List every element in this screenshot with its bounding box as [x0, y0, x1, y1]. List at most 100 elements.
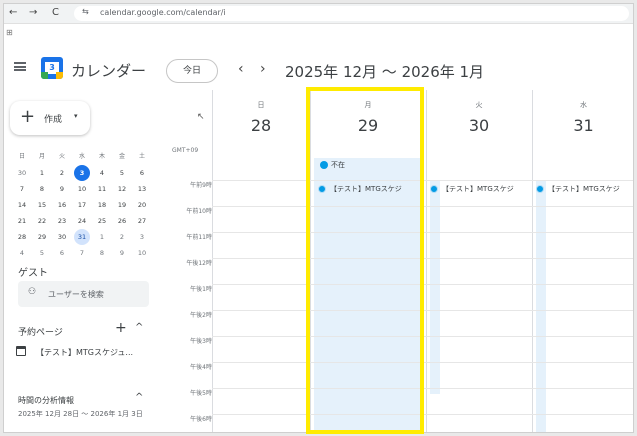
mini-calendar-day[interactable]: 29: [34, 229, 50, 245]
mouse-cursor-icon: ↖: [197, 112, 205, 122]
event-color-icon: [430, 185, 438, 193]
timezone-label: GMT+09: [172, 147, 199, 154]
mini-calendar-day[interactable]: 16: [54, 197, 70, 213]
mini-calendar-day[interactable]: 5: [34, 245, 50, 261]
app-title[interactable]: カレンダー: [71, 60, 146, 81]
mini-calendar-day[interactable]: 19: [114, 197, 130, 213]
day-header-30[interactable]: 火 30: [426, 90, 532, 180]
hour-label: 午後5時: [190, 390, 212, 397]
mini-calendar-day[interactable]: 6: [134, 165, 150, 181]
weekday-label: 日: [257, 101, 265, 109]
mini-calendar-day[interactable]: 22: [34, 213, 50, 229]
prev-week-icon[interactable]: ‹: [238, 61, 244, 77]
guest-search-input[interactable]: ⚇ ユーザーを検索: [18, 281, 149, 307]
mini-calendar-day[interactable]: 10: [74, 181, 90, 197]
mini-calendar-week: 7 8 9 10 11 12 13: [8, 181, 158, 197]
mini-calendar-day[interactable]: 1: [94, 229, 110, 245]
mini-calendar-day[interactable]: 24: [74, 213, 90, 229]
mini-calendar-day[interactable]: 8: [94, 245, 110, 261]
day-number[interactable]: 31: [532, 116, 633, 135]
event-bar-31[interactable]: [536, 180, 546, 432]
mini-calendar-day[interactable]: 2: [114, 229, 130, 245]
reload-icon[interactable]: C: [52, 6, 59, 20]
collapse-booking-icon[interactable]: ^: [135, 322, 143, 333]
hour-label: 午前10時: [186, 208, 212, 215]
event-mtg-31[interactable]: 【テスト】MTGスケジ: [536, 182, 633, 196]
date-range-title: 2025年 12月 〜 2026年 1月: [285, 63, 485, 81]
collapse-insights-icon[interactable]: ^: [135, 392, 143, 403]
mini-calendar-day[interactable]: 30: [14, 165, 30, 181]
mini-calendar-selected-day[interactable]: 31: [74, 229, 90, 245]
calendar-logo-icon[interactable]: 3: [41, 57, 63, 79]
weekday-label: 水: [78, 153, 85, 160]
mini-calendar-day[interactable]: 7: [74, 245, 90, 261]
next-week-icon[interactable]: ›: [260, 61, 266, 77]
mini-calendar-day[interactable]: 7: [14, 181, 30, 197]
hour-label: 午前9時: [190, 182, 212, 189]
mini-calendar-day[interactable]: 13: [134, 181, 150, 197]
mini-calendar-day[interactable]: 12: [114, 181, 130, 197]
mini-calendar-day[interactable]: 27: [134, 213, 150, 229]
event-mtg-30[interactable]: 【テスト】MTGスケジ: [430, 182, 530, 196]
day-number[interactable]: 28: [212, 116, 310, 135]
event-title: 【テスト】MTGスケジ: [442, 185, 514, 193]
mini-calendar-day[interactable]: 3: [134, 229, 150, 245]
weekday-label: 月: [38, 153, 45, 160]
plus-icon: +: [20, 106, 36, 127]
mini-calendar-week: 4 5 6 7 8 9 10: [8, 245, 158, 261]
url-text[interactable]: calendar.google.com/calendar/i: [100, 8, 226, 17]
mini-calendar-today[interactable]: 3: [74, 165, 90, 181]
add-booking-page-icon[interactable]: +: [115, 320, 127, 336]
mini-calendar-week: 28 29 30 31 1 2 3: [8, 229, 158, 245]
mini-calendar-day[interactable]: 4: [14, 245, 30, 261]
mini-calendar-day[interactable]: 20: [134, 197, 150, 213]
mini-calendar-day[interactable]: 9: [54, 181, 70, 197]
back-icon[interactable]: ←: [9, 6, 17, 20]
today-button[interactable]: 今日: [166, 59, 218, 83]
mini-calendar-day[interactable]: 28: [14, 229, 30, 245]
mini-calendar-day[interactable]: 26: [114, 213, 130, 229]
mini-calendar-day[interactable]: 30: [54, 229, 70, 245]
time-insights-title: 時間の分析情報: [18, 396, 74, 405]
mini-calendar-day[interactable]: 2: [54, 165, 70, 181]
mini-calendar-day[interactable]: 18: [94, 197, 110, 213]
create-button[interactable]: + 作成 ▾: [10, 101, 90, 135]
weekday-label: 木: [98, 153, 105, 160]
event-color-icon: [536, 185, 544, 193]
address-bar[interactable]: ⇆ calendar.google.com/calendar/i: [74, 6, 629, 21]
mini-calendar-day[interactable]: 23: [54, 213, 70, 229]
mini-calendar-day[interactable]: 8: [34, 181, 50, 197]
apps-icon[interactable]: ⊞: [6, 28, 13, 37]
mini-calendar-week: 21 22 23 24 25 26 27: [8, 213, 158, 229]
mini-calendar-day[interactable]: 21: [14, 213, 30, 229]
weekday-label: 土: [138, 153, 145, 160]
weekday-label: 金: [118, 153, 125, 160]
day-header-28[interactable]: 日 28: [212, 90, 310, 180]
mini-calendar-day[interactable]: 4: [94, 165, 110, 181]
site-info-icon[interactable]: ⇆: [82, 7, 89, 16]
mini-calendar-day[interactable]: 14: [14, 197, 30, 213]
booking-page-item[interactable]: 【テスト】MTGスケジュ...: [36, 347, 133, 358]
guest-section-title: ゲスト: [18, 268, 48, 279]
day-header-31[interactable]: 水 31: [532, 90, 633, 180]
hour-label: 午後4時: [190, 364, 212, 371]
booking-pages-title: 予約ページ: [18, 328, 63, 338]
mini-calendar-day[interactable]: 15: [34, 197, 50, 213]
weekday-label: 日: [18, 153, 25, 160]
mini-calendar-day[interactable]: 9: [114, 245, 130, 261]
day-number[interactable]: 30: [426, 116, 532, 135]
mini-calendar-day[interactable]: 1: [34, 165, 50, 181]
guest-search-placeholder: ユーザーを検索: [48, 290, 104, 299]
mini-calendar-day[interactable]: 25: [94, 213, 110, 229]
people-icon: ⚇: [28, 287, 37, 297]
create-label: 作成: [44, 115, 63, 125]
chevron-down-icon: ▾: [74, 112, 78, 120]
mini-calendar-day[interactable]: 17: [74, 197, 90, 213]
forward-icon[interactable]: →: [29, 6, 37, 20]
mini-calendar-day[interactable]: 6: [54, 245, 70, 261]
mini-calendar-day[interactable]: 5: [114, 165, 130, 181]
mini-calendar-day[interactable]: 10: [134, 245, 150, 261]
main-menu-icon[interactable]: [14, 62, 26, 71]
hour-label: 午前11時: [186, 234, 212, 241]
mini-calendar-day[interactable]: 11: [94, 181, 110, 197]
